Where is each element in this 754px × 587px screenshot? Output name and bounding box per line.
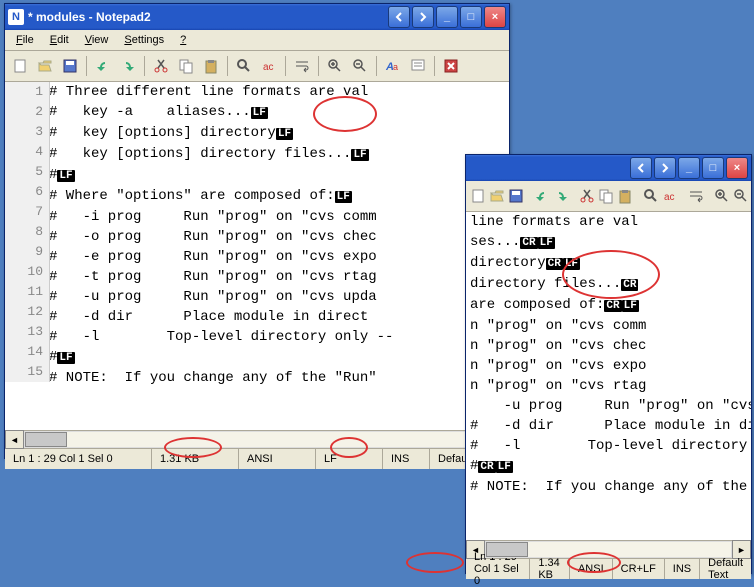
code-content[interactable]: line formats are valses...CRLFdirectoryC… [470, 212, 751, 497]
toolbar: ac Aa [5, 51, 509, 82]
window-right-button[interactable] [412, 6, 434, 28]
scroll-left-button[interactable]: ◄ [5, 430, 24, 449]
toolbar-cut-button[interactable] [578, 184, 596, 208]
scroll-thumb[interactable] [25, 432, 67, 447]
status-encoding: ANSI [239, 449, 316, 469]
scroll-track[interactable] [485, 541, 732, 558]
status-position: Ln 1 : 29 Col 1 Sel 0 [5, 449, 152, 469]
status-lineending: LF [316, 449, 383, 469]
app-icon: N [8, 9, 24, 25]
toolbar-new-button[interactable] [469, 184, 487, 208]
notepad2-window-crlf: _ □ × acAa line formats are valses...CRL… [465, 154, 752, 574]
menu-view[interactable]: View [78, 32, 116, 48]
toolbar-settings-button[interactable] [406, 54, 430, 78]
editor-area[interactable]: line formats are valses...CRLFdirectoryC… [466, 212, 751, 540]
titlebar[interactable]: _ □ × [466, 155, 751, 181]
toolbar-undo-button[interactable] [91, 54, 115, 78]
toolbar-wrap-button[interactable] [290, 54, 314, 78]
maximize-button[interactable]: □ [460, 6, 482, 28]
toolbar-save-button[interactable] [58, 54, 82, 78]
toolbar-zoomin-button[interactable] [713, 184, 731, 208]
menubar: File Edit View Settings ? [5, 30, 509, 51]
status-lineending: CR+LF [613, 559, 665, 579]
toolbar-find-button[interactable] [232, 54, 256, 78]
code-content[interactable]: # Three different line formats are val# … [49, 82, 509, 388]
toolbar-scheme-button[interactable]: Aa [381, 54, 405, 78]
status-filesize: 1.34 KB [530, 559, 570, 579]
horizontal-scrollbar[interactable]: ◄ ► [466, 540, 751, 558]
svg-text:ac: ac [664, 192, 675, 203]
minimize-button[interactable]: _ [678, 157, 700, 179]
toolbar-exit-button[interactable] [439, 54, 463, 78]
toolbar-copy-button[interactable] [174, 54, 198, 78]
annotation-circle [406, 552, 464, 573]
maximize-button[interactable]: □ [702, 157, 724, 179]
statusbar: Ln 1 : 29 Col 1 Sel 0 1.34 KB ANSI CR+LF… [466, 558, 751, 579]
toolbar-open-button[interactable] [488, 184, 506, 208]
menu-help[interactable]: ? [173, 32, 193, 48]
menu-file[interactable]: File [9, 32, 41, 48]
toolbar-wrap-button[interactable] [687, 184, 705, 208]
toolbar-redo-button[interactable] [552, 184, 570, 208]
toolbar-find-button[interactable] [642, 184, 660, 208]
window-right-button[interactable] [654, 157, 676, 179]
toolbar-replace-button[interactable]: ac [257, 54, 281, 78]
toolbar-cut-button[interactable] [149, 54, 173, 78]
status-position: Ln 1 : 29 Col 1 Sel 0 [466, 559, 530, 579]
line-gutter: 123456789101112131415 [5, 82, 50, 382]
svg-text:a: a [393, 62, 398, 72]
menu-settings[interactable]: Settings [117, 32, 171, 48]
titlebar[interactable]: N * modules - Notepad2 _ □ × [5, 4, 509, 30]
menu-edit[interactable]: Edit [43, 32, 76, 48]
toolbar-open-button[interactable] [33, 54, 57, 78]
statusbar: Ln 1 : 29 Col 1 Sel 0 1.31 KB ANSI LF IN… [5, 448, 509, 469]
scroll-track[interactable] [24, 431, 490, 448]
toolbar-save-button[interactable] [507, 184, 525, 208]
scroll-thumb[interactable] [486, 542, 528, 557]
window-title: * modules - Notepad2 [28, 10, 388, 24]
status-encoding: ANSI [570, 559, 613, 579]
window-left-button[interactable] [388, 6, 410, 28]
status-syntax: Default Text [700, 559, 751, 579]
svg-text:ac: ac [263, 62, 274, 73]
toolbar: acAa [466, 181, 751, 212]
toolbar-replace-button[interactable]: ac [661, 184, 679, 208]
toolbar-zoomout-button[interactable] [732, 184, 750, 208]
toolbar-paste-button[interactable] [616, 184, 634, 208]
horizontal-scrollbar[interactable]: ◄ ► [5, 430, 509, 448]
toolbar-new-button[interactable] [8, 54, 32, 78]
close-button[interactable]: × [726, 157, 748, 179]
toolbar-paste-button[interactable] [199, 54, 223, 78]
status-filesize: 1.31 KB [152, 449, 239, 469]
status-insert-mode: INS [383, 449, 430, 469]
toolbar-redo-button[interactable] [116, 54, 140, 78]
close-button[interactable]: × [484, 6, 506, 28]
toolbar-copy-button[interactable] [597, 184, 615, 208]
minimize-button[interactable]: _ [436, 6, 458, 28]
toolbar-zoomout-button[interactable] [348, 54, 372, 78]
notepad2-window-lf: N * modules - Notepad2 _ □ × File Edit V… [4, 3, 510, 459]
toolbar-zoomin-button[interactable] [323, 54, 347, 78]
editor-area[interactable]: 123456789101112131415 # Three different … [5, 82, 509, 430]
status-insert-mode: INS [665, 559, 700, 579]
window-left-button[interactable] [630, 157, 652, 179]
toolbar-undo-button[interactable] [533, 184, 551, 208]
